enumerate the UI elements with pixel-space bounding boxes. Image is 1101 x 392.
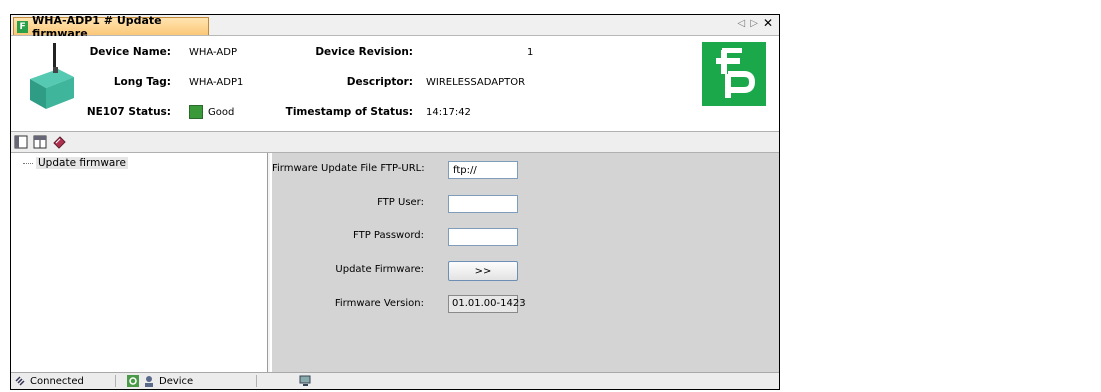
device-header: Device Name: WHA-ADP Long Tag: WHA-ADP1 … xyxy=(11,36,779,132)
update-firmware-label: Update Firmware: xyxy=(335,264,424,275)
ftp-url-label: Firmware Update File FTP-URL: xyxy=(272,163,425,174)
scroll-left-icon[interactable]: ◁ xyxy=(738,18,746,30)
tab-bar: F WHA-ADP1 # Update firmware ◁ ▷ ✕ xyxy=(11,14,779,40)
status-indicator-icon xyxy=(189,105,203,119)
network-status xyxy=(299,374,312,388)
ftp-url-input[interactable] xyxy=(448,161,518,179)
dtm-window: F WHA-ADP1 # Update firmware ◁ ▷ ✕ Devic… xyxy=(10,14,780,390)
brand-logo xyxy=(702,42,766,106)
device-status: Device xyxy=(127,374,193,388)
firmware-version-value: 01.01.00-1423 xyxy=(448,295,526,313)
ftp-user-label: FTP User: xyxy=(377,197,424,208)
update-firmware-button[interactable]: >> xyxy=(448,261,518,281)
wireless-adapter-icon xyxy=(30,43,74,109)
navigation-tree: Update firmware xyxy=(11,153,268,374)
layout-top-icon[interactable] xyxy=(32,134,48,150)
device-revision-label: Device Revision: xyxy=(315,46,413,58)
ftp-password-input[interactable] xyxy=(448,228,518,246)
network-icon xyxy=(299,375,311,386)
device-revision-value: 1 xyxy=(527,47,534,58)
status-bar: Connected Device xyxy=(11,372,779,389)
ne107-status: Good xyxy=(189,105,234,119)
connected-icon xyxy=(15,376,25,386)
descriptor-value: WIRELESSADAPTOR xyxy=(426,77,526,88)
tree-item-label: Update firmware xyxy=(36,157,128,169)
timestamp-value: 14:17:42 xyxy=(426,107,471,118)
status-separator xyxy=(115,375,116,387)
device-icon xyxy=(145,376,153,387)
tree-item-update-firmware[interactable]: Update firmware xyxy=(23,157,128,169)
close-icon[interactable]: ✕ xyxy=(763,16,773,30)
scroll-right-icon[interactable]: ▷ xyxy=(750,18,758,30)
status-separator xyxy=(256,375,257,387)
refresh-icon[interactable] xyxy=(127,375,139,387)
pepperl-fuchs-logo-icon xyxy=(716,48,756,98)
book-icon[interactable] xyxy=(51,134,67,150)
device-status-text: Device xyxy=(159,375,194,387)
firmware-version-label: Firmware Version: xyxy=(334,298,424,309)
ftp-password-label: FTP Password: xyxy=(353,230,424,241)
timestamp-label: Timestamp of Status: xyxy=(285,106,413,118)
toolbar xyxy=(11,132,779,153)
device-name-value: WHA-ADP xyxy=(189,47,237,58)
connection-status-text: Connected xyxy=(30,375,84,387)
long-tag-label: Long Tag: xyxy=(113,76,171,88)
descriptor-label: Descriptor: xyxy=(346,76,413,88)
long-tag-value: WHA-ADP1 xyxy=(189,77,244,88)
connection-status: Connected xyxy=(14,374,84,388)
tree-connector xyxy=(23,162,33,164)
tab-update-firmware[interactable]: F WHA-ADP1 # Update firmware xyxy=(13,14,209,40)
ne107-status-value: Good xyxy=(208,107,235,118)
tab-controls: ◁ ▷ ✕ xyxy=(738,16,773,30)
firmware-form: Firmware Update File FTP-URL: FTP User: … xyxy=(270,153,779,374)
ftp-user-input[interactable] xyxy=(448,195,518,213)
device-name-label: Device Name: xyxy=(89,46,171,58)
layout-left-icon[interactable] xyxy=(13,134,29,150)
ne107-status-label: NE107 Status: xyxy=(86,106,171,118)
pepperl-fuchs-icon: F xyxy=(17,20,29,33)
